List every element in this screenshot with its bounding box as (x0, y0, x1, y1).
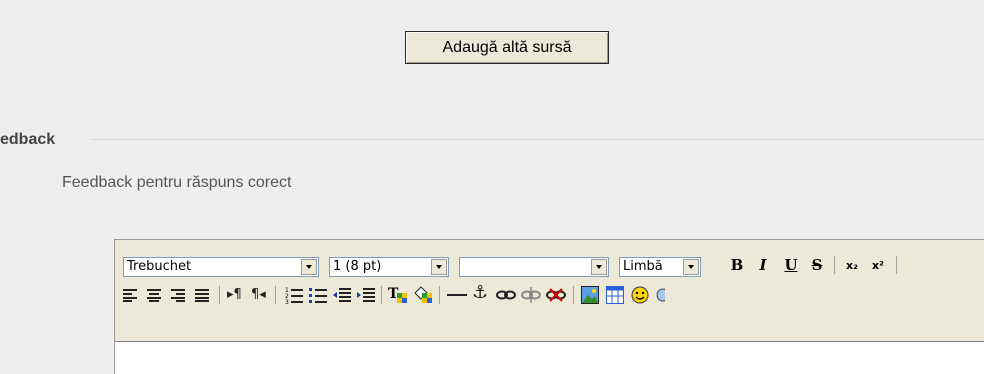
toolbar-separator (439, 286, 440, 304)
toolbar-separator (573, 286, 574, 304)
html-editor: Trebuchet 1 (8 pt) Limbă B I U S x₂ x² ▸… (114, 239, 984, 374)
strikethrough-icon: S (811, 256, 823, 274)
chevron-down-icon (591, 259, 607, 275)
bold-icon: B (730, 256, 744, 274)
unlink-icon[interactable] (521, 286, 541, 304)
chevron-down-icon (301, 259, 317, 275)
outdent-icon[interactable] (333, 286, 351, 304)
underline-icon: U (784, 256, 798, 274)
horizontal-rule-icon[interactable] (447, 286, 467, 304)
align-justify-icon[interactable] (195, 288, 209, 302)
superscript-button[interactable]: x² (867, 255, 889, 275)
editor-content-area[interactable] (115, 341, 984, 374)
chevron-down-icon (683, 259, 699, 275)
underline-button[interactable]: U (781, 255, 801, 275)
add-another-source-button[interactable]: Adaugă altă sursă (405, 31, 609, 64)
font-family-value: Trebuchet (127, 259, 192, 274)
align-center-icon[interactable] (147, 288, 161, 302)
unordered-list-icon[interactable] (309, 286, 327, 304)
insert-smiley-icon[interactable] (631, 286, 649, 304)
italic-icon: I (759, 256, 767, 274)
language-value: Limbă (623, 259, 663, 274)
toolbar-separator (896, 256, 897, 274)
align-left-icon[interactable] (123, 288, 137, 302)
ltr-direction-icon[interactable]: ▸¶ (227, 285, 242, 305)
insert-image-icon[interactable] (581, 286, 599, 304)
toolbar-separator (834, 256, 835, 274)
toolbar-separator (275, 286, 276, 304)
align-right-icon[interactable] (171, 288, 185, 302)
chevron-down-icon (431, 259, 447, 275)
ordered-list-icon[interactable]: 123 (285, 286, 303, 304)
bold-button[interactable]: B (727, 255, 747, 275)
svg-text:3: 3 (285, 299, 289, 304)
section-divider (92, 139, 984, 140)
toolbar-separator (381, 286, 382, 304)
link-icon[interactable] (496, 286, 516, 304)
strikethrough-button[interactable]: S (807, 255, 827, 275)
special-character-icon[interactable] (655, 286, 665, 304)
feedback-correct-label: Feedback pentru răspuns corect (62, 174, 292, 191)
anchor-icon[interactable]: ⚓ (472, 283, 488, 303)
subscript-icon: x₂ (846, 258, 858, 272)
rtl-direction-icon[interactable]: ¶◂ (251, 285, 266, 305)
insert-table-icon[interactable] (606, 286, 624, 304)
italic-button[interactable]: I (753, 255, 773, 275)
section-legend-feedback: edback (0, 131, 56, 148)
indent-icon[interactable] (357, 286, 375, 304)
superscript-icon: x² (872, 258, 884, 272)
prevent-autolink-icon[interactable] (546, 286, 566, 304)
toolbar-separator (219, 286, 220, 304)
subscript-button[interactable]: x₂ (841, 255, 863, 275)
font-size-value: 1 (8 pt) (333, 259, 382, 274)
background-color-icon[interactable] (413, 285, 433, 305)
text-color-icon[interactable]: T (388, 285, 408, 305)
